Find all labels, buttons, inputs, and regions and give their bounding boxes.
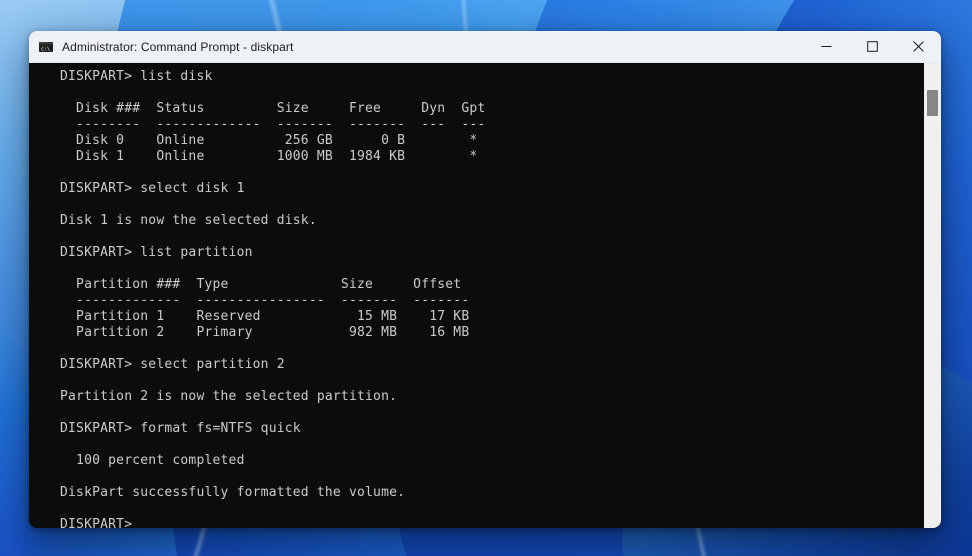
terminal-line: Disk 1 is now the selected disk. (60, 213, 317, 228)
terminal-line: Disk ### Status Size Free Dyn Gpt (60, 101, 486, 116)
window-title: Administrator: Command Prompt - diskpart (62, 39, 294, 54)
terminal-line: DiskPart successfully formatted the volu… (60, 485, 406, 500)
terminal-line: 100 percent completed (60, 453, 245, 468)
terminal-line: ------------- ---------------- ------- -… (60, 293, 470, 308)
minimize-button[interactable] (803, 31, 849, 62)
maximize-button[interactable] (849, 31, 895, 62)
terminal-line: Partition ### Type Size Offset (60, 277, 462, 292)
command-prompt-window[interactable]: c:\ Administrator: Command Prompt - disk… (29, 31, 941, 528)
terminal-line: DISKPART> select disk 1 (60, 181, 245, 196)
terminal-line: Partition 2 is now the selected partitio… (60, 389, 398, 404)
terminal-line: DISKPART> list partition (60, 245, 253, 260)
terminal-scrollbar[interactable] (924, 63, 941, 528)
terminal-line: -------- ------------- ------- ------- -… (60, 117, 486, 132)
terminal-output[interactable]: DISKPART> list disk Disk ### Status Size… (29, 63, 924, 528)
window-controls (803, 31, 941, 62)
terminal-line: DISKPART> select partition 2 (60, 357, 285, 372)
terminal-line: DISKPART> (60, 517, 141, 528)
terminal-line: Partition 2 Primary 982 MB 16 MB (60, 325, 470, 340)
terminal-line: Partition 1 Reserved 15 MB 17 KB (60, 309, 470, 324)
window-titlebar[interactable]: c:\ Administrator: Command Prompt - disk… (29, 31, 941, 63)
terminal-area[interactable]: DISKPART> list disk Disk ### Status Size… (29, 63, 941, 528)
svg-text:c:\: c:\ (41, 46, 50, 52)
terminal-line: Disk 1 Online 1000 MB 1984 KB * (60, 149, 478, 164)
scrollbar-thumb[interactable] (927, 90, 938, 116)
terminal-line: DISKPART> list disk (60, 69, 213, 84)
console-icon: c:\ (38, 39, 54, 55)
terminal-line: Disk 0 Online 256 GB 0 B * (60, 133, 478, 148)
close-button[interactable] (895, 31, 941, 62)
terminal-line: DISKPART> format fs=NTFS quick (60, 421, 301, 436)
